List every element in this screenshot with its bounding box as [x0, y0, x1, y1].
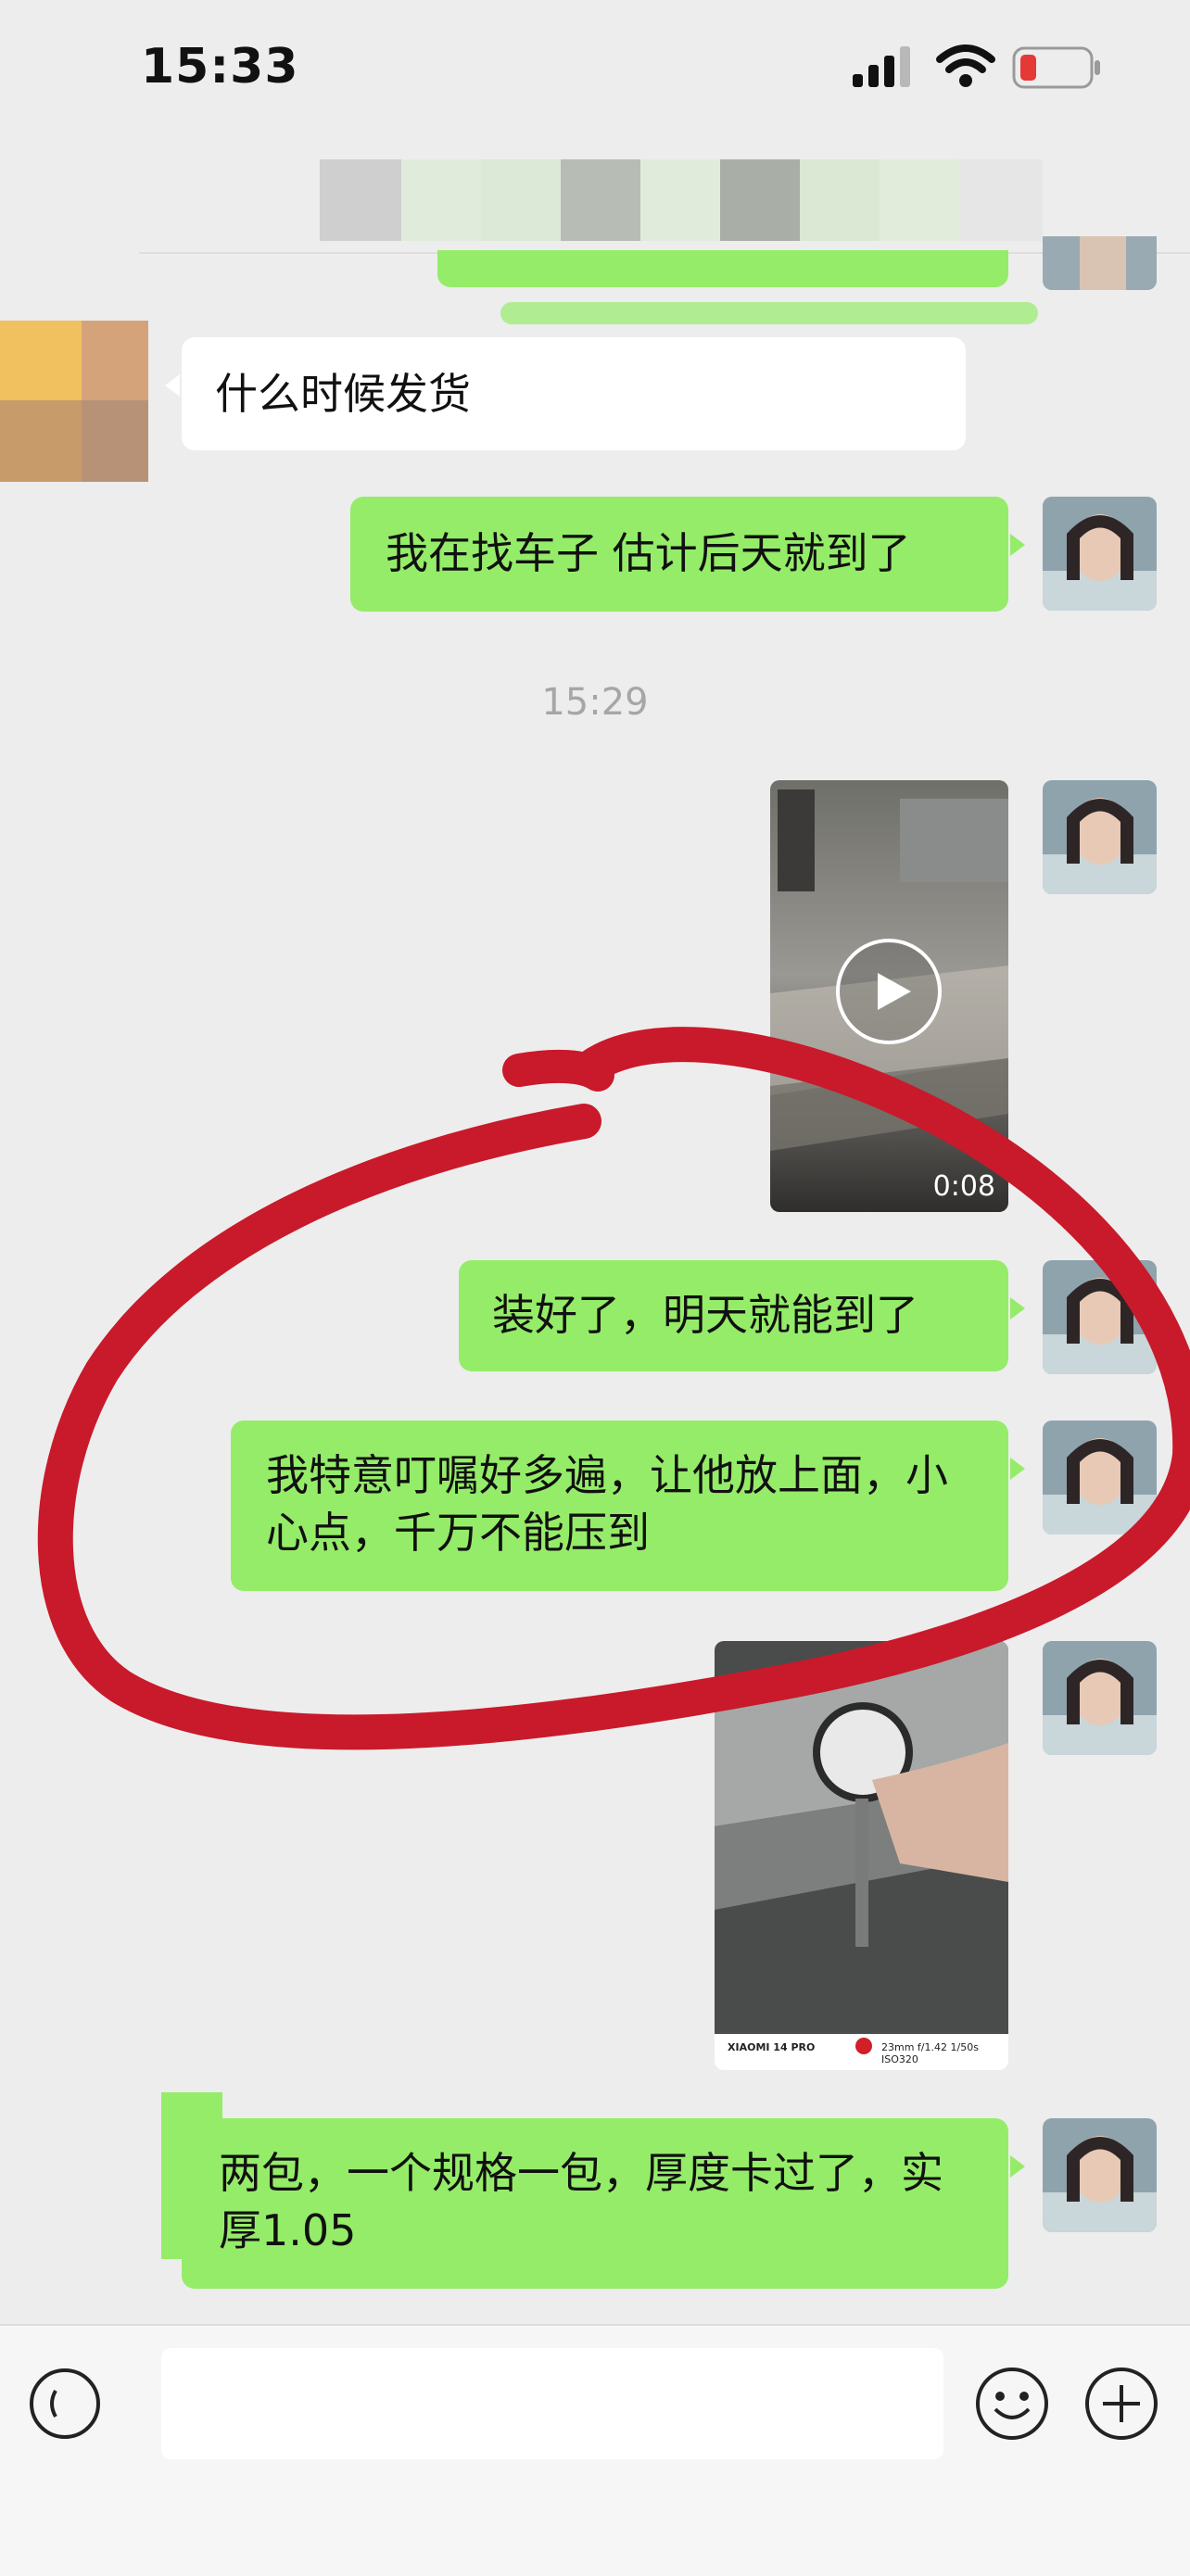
my-avatar[interactable] [1043, 1641, 1157, 1755]
sent-message-1-text: 我在找车子 估计后天就到了 [386, 528, 911, 578]
my-avatar[interactable] [1043, 780, 1157, 894]
blurred-contact-name [320, 159, 1043, 241]
message-input[interactable] [161, 2348, 943, 2459]
input-bar [0, 2324, 1190, 2576]
battery-low-icon [1012, 46, 1103, 93]
received-message-text: 什么时候发货 [215, 369, 471, 419]
sent-message-3-text: 我特意叮嘱好多遍，让他放上面，小心点，千万不能压到 [266, 1450, 948, 1558]
play-icon[interactable] [835, 938, 943, 1045]
message-timestamp: 15:29 [541, 681, 649, 724]
wifi-icon [936, 43, 995, 93]
video-message[interactable]: 0:08 [770, 780, 1008, 1212]
photo-caption-right: 23mm f/1.42 1/50s ISO320 [881, 2041, 979, 2065]
photo-message[interactable]: XIAOMI 14 PRO 23mm f/1.42 1/50s ISO320 [715, 1641, 1008, 2070]
sent-message-2[interactable]: 装好了，明天就能到了 [459, 1260, 1025, 1371]
video-duration: 0:08 [932, 1170, 995, 1203]
partial-message-bubble[interactable] [437, 250, 1008, 287]
avatar-partial[interactable] [1043, 236, 1157, 290]
sent-message-4[interactable]: 两包，一个规格一包，厚度卡过了，实厚1.05 [182, 2118, 1025, 2289]
my-avatar[interactable] [1043, 1421, 1157, 1534]
blurred-strip [500, 302, 1038, 324]
add-icon[interactable] [1082, 2365, 1160, 2443]
sent-message-2-text: 装好了，明天就能到了 [492, 1290, 918, 1340]
signal-icon [853, 46, 918, 91]
status-time: 15:33 [141, 39, 299, 95]
my-avatar[interactable] [1043, 497, 1157, 611]
received-message[interactable]: 什么时候发货 [165, 337, 966, 450]
contact-avatar[interactable] [0, 321, 148, 482]
sent-message-1[interactable]: 我在找车子 估计后天就到了 [350, 497, 1025, 612]
leica-logo [855, 2038, 872, 2054]
my-avatar[interactable] [1043, 1260, 1157, 1374]
emoji-icon[interactable] [973, 2365, 1051, 2443]
sent-message-3[interactable]: 我特意叮嘱好多遍，让他放上面，小心点，千万不能压到 [231, 1421, 1025, 1591]
photo-caption-left: XIAOMI 14 PRO [728, 2041, 816, 2053]
my-avatar[interactable] [1043, 2118, 1157, 2232]
voice-icon[interactable] [28, 2367, 102, 2441]
sent-message-4-text: 两包，一个规格一包，厚度卡过了，实厚1.05 [219, 2148, 943, 2255]
